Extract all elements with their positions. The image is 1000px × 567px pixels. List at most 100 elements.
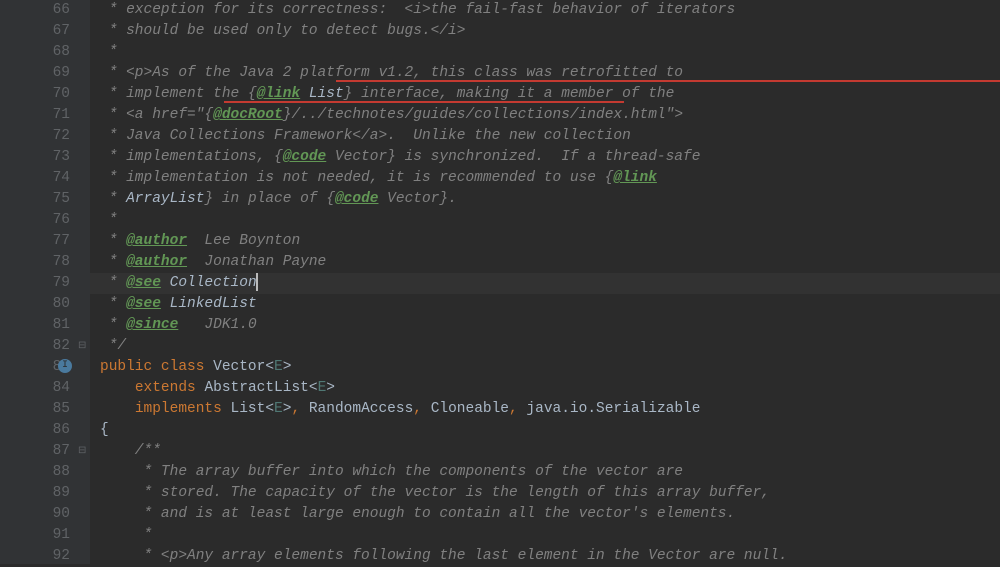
line-number: 75 bbox=[0, 189, 70, 210]
code-line[interactable]: */ bbox=[90, 336, 1000, 357]
code-line[interactable]: * @see LinkedList bbox=[90, 294, 1000, 315]
fold-toggle-icon[interactable]: ⊟ bbox=[78, 336, 86, 357]
line-number: 77 bbox=[0, 231, 70, 252]
code-token: List bbox=[231, 401, 266, 417]
code-line[interactable]: * @author Jonathan Payne bbox=[90, 252, 1000, 273]
code-line[interactable]: * bbox=[90, 42, 1000, 63]
code-line[interactable]: * <a href="{@docRoot}/../technotes/guide… bbox=[90, 105, 1000, 126]
code-line[interactable]: extends AbstractList<E> bbox=[90, 378, 1000, 399]
code-token: } in place of { bbox=[204, 191, 335, 207]
code-line[interactable]: * @author Lee Boynton bbox=[90, 231, 1000, 252]
code-token: @code bbox=[335, 191, 379, 207]
code-token: * stored. The capacity of the vector is … bbox=[100, 485, 770, 501]
code-token: * bbox=[100, 296, 126, 312]
code-token: * implementations, { bbox=[100, 149, 283, 165]
code-token: { bbox=[100, 422, 109, 438]
code-token: ArrayList bbox=[126, 191, 204, 207]
line-number: 82⊟ bbox=[0, 336, 70, 357]
code-token: }/../technotes/guides/collections/index.… bbox=[283, 107, 683, 123]
code-token: @since bbox=[126, 317, 178, 333]
code-token: > bbox=[326, 380, 335, 396]
code-token: Vector bbox=[213, 359, 265, 375]
code-line[interactable]: * implementation is not needed, it is re… bbox=[90, 168, 1000, 189]
code-token: LinkedList bbox=[170, 296, 257, 312]
code-line[interactable]: * and is at least large enough to contai… bbox=[90, 504, 1000, 525]
code-token: * bbox=[100, 317, 126, 333]
line-number: 86 bbox=[0, 420, 70, 441]
code-token bbox=[100, 401, 135, 417]
line-number: 71 bbox=[0, 105, 70, 126]
code-token: @author bbox=[126, 233, 187, 249]
code-token: * <a href="{ bbox=[100, 107, 213, 123]
line-number: 69 bbox=[0, 63, 70, 84]
code-token: * bbox=[100, 191, 126, 207]
line-number-gutter: 6667686970717273747576777879808182⊟83I84… bbox=[0, 0, 90, 564]
code-token: , bbox=[509, 401, 526, 417]
code-token: E bbox=[318, 380, 327, 396]
code-token: Vector}. bbox=[378, 191, 456, 207]
line-number: 79 bbox=[0, 273, 70, 294]
line-number: 83I bbox=[0, 357, 70, 378]
line-number: 68 bbox=[0, 42, 70, 63]
implements-gutter-icon[interactable]: I bbox=[58, 359, 72, 373]
code-token: * bbox=[100, 212, 117, 228]
annotation-underline bbox=[336, 80, 1000, 82]
code-token bbox=[100, 380, 135, 396]
code-token bbox=[300, 86, 309, 102]
line-number: 91 bbox=[0, 525, 70, 546]
code-token: List bbox=[309, 86, 344, 102]
code-token: @see bbox=[126, 275, 161, 291]
line-number: 87⊟ bbox=[0, 441, 70, 462]
code-token: Collection bbox=[170, 275, 257, 291]
code-token: @see bbox=[126, 296, 161, 312]
code-token: Cloneable bbox=[431, 401, 509, 417]
line-number: 76 bbox=[0, 210, 70, 231]
line-number: 67 bbox=[0, 21, 70, 42]
code-line[interactable]: * implementations, {@code Vector} is syn… bbox=[90, 147, 1000, 168]
code-editor-viewport[interactable]: * exception for its correctness: <i>the … bbox=[90, 0, 1000, 564]
code-token: public class bbox=[100, 359, 213, 375]
code-token: extends bbox=[135, 380, 205, 396]
code-token: /** bbox=[100, 443, 161, 459]
line-number: 80 bbox=[0, 294, 70, 315]
code-token: * and is at least large enough to contai… bbox=[100, 506, 735, 522]
code-token: */ bbox=[100, 338, 126, 354]
code-token: * bbox=[100, 527, 152, 543]
code-line[interactable]: public class Vector<E> bbox=[90, 357, 1000, 378]
code-line[interactable]: /** bbox=[90, 441, 1000, 462]
code-token: * The array buffer into which the compon… bbox=[100, 464, 683, 480]
line-number: 73 bbox=[0, 147, 70, 168]
code-token: < bbox=[309, 380, 318, 396]
line-number: 88 bbox=[0, 462, 70, 483]
text-caret bbox=[256, 273, 258, 291]
code-line[interactable]: implements List<E>, RandomAccess, Clonea… bbox=[90, 399, 1000, 420]
code-line[interactable]: * The array buffer into which the compon… bbox=[90, 462, 1000, 483]
line-number: 84 bbox=[0, 378, 70, 399]
code-token: * bbox=[100, 275, 126, 291]
code-token: * implementation is not needed, it is re… bbox=[100, 170, 613, 186]
code-token: @author bbox=[126, 254, 187, 270]
code-line[interactable]: * Java Collections Framework</a>. Unlike… bbox=[90, 126, 1000, 147]
code-line[interactable]: * @since JDK1.0 bbox=[90, 315, 1000, 336]
code-line[interactable]: * @see Collection bbox=[90, 273, 1000, 294]
code-token: * bbox=[100, 44, 117, 60]
code-line[interactable]: * exception for its correctness: <i>the … bbox=[90, 0, 1000, 21]
code-token: } interface, making it a member of the bbox=[344, 86, 675, 102]
code-line[interactable]: * should be used only to detect bugs.</i… bbox=[90, 21, 1000, 42]
code-line[interactable]: { bbox=[90, 420, 1000, 441]
code-line[interactable]: * bbox=[90, 210, 1000, 231]
code-line[interactable]: * bbox=[90, 525, 1000, 546]
code-token: * bbox=[100, 233, 126, 249]
code-line[interactable]: * ArrayList} in place of {@code Vector}. bbox=[90, 189, 1000, 210]
code-token: java.io.Serializable bbox=[526, 401, 700, 417]
line-number: 66 bbox=[0, 0, 70, 21]
code-token: < bbox=[265, 401, 274, 417]
code-token: < bbox=[265, 359, 274, 375]
line-number: 70 bbox=[0, 84, 70, 105]
fold-toggle-icon[interactable]: ⊟ bbox=[78, 441, 86, 462]
code-line[interactable]: * stored. The capacity of the vector is … bbox=[90, 483, 1000, 504]
annotation-underline bbox=[224, 101, 624, 103]
code-token: AbstractList bbox=[204, 380, 308, 396]
code-token: Lee Boynton bbox=[187, 233, 300, 249]
code-token: * <p>As of the Java 2 platform v1.2, thi… bbox=[100, 65, 683, 81]
